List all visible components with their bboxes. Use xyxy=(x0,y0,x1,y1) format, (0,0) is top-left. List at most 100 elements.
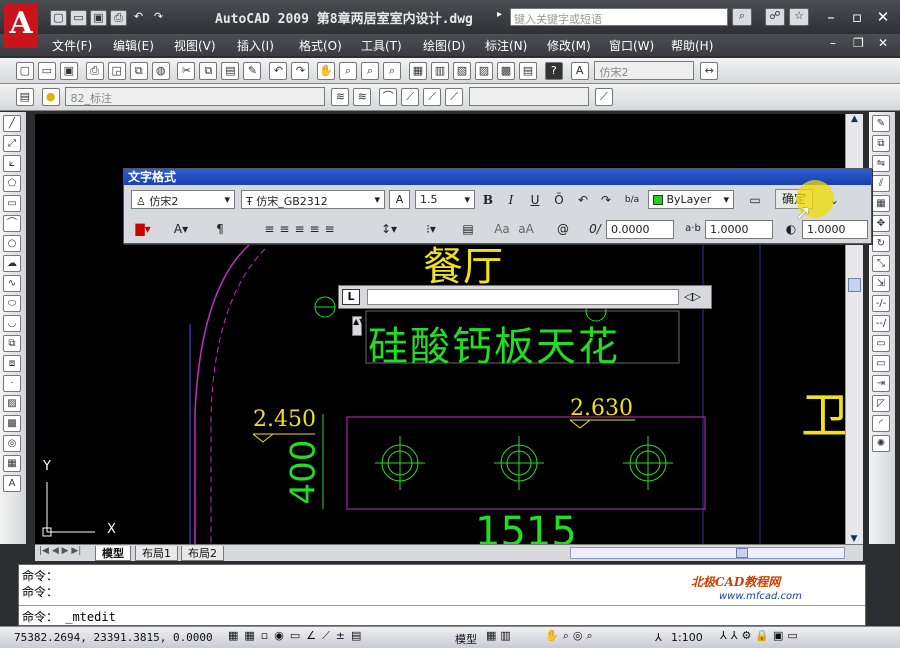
horizontal-scrollbar[interactable] xyxy=(570,547,845,559)
join-icon[interactable]: ⇥ xyxy=(872,375,890,392)
polygon-icon[interactable]: ⬠ xyxy=(3,175,21,192)
menu-tools[interactable]: 工具(T) xyxy=(361,37,402,54)
arc-tool-icon[interactable]: ⌒ xyxy=(379,88,398,106)
xline-icon[interactable]: ⤢ xyxy=(3,135,21,152)
linetype-icon[interactable]: ⟋ xyxy=(594,88,613,106)
scroll-up-icon[interactable]: ▲ xyxy=(846,114,863,128)
ellipse-icon[interactable]: ⬭ xyxy=(3,295,21,312)
dim-style-icon[interactable]: ↔ xyxy=(700,62,719,80)
layer-manager-icon[interactable]: ▤ xyxy=(15,88,34,106)
trim-icon[interactable]: -/- xyxy=(872,295,890,312)
arc-icon[interactable]: ⌒ xyxy=(3,215,21,232)
italic-button[interactable]: I xyxy=(501,190,521,210)
rotate-icon[interactable]: ↻ xyxy=(872,235,890,252)
numbering-icon[interactable]: ⁝▾ xyxy=(416,219,446,239)
search-icon[interactable]: ⌕ xyxy=(732,8,752,26)
text-style-icon[interactable]: A xyxy=(570,62,589,80)
stretch-icon[interactable]: ⇲ xyxy=(872,275,890,292)
menu-help[interactable]: 帮助(H) xyxy=(671,37,713,54)
status-tray-icons[interactable]: ⅄⅄⚙🔒▣▭ xyxy=(720,629,802,642)
zoom-realtime-icon[interactable]: ⌕ xyxy=(339,62,358,80)
new-icon[interactable]: ▢ xyxy=(50,10,67,26)
command-window[interactable]: 命令： 命令： 命令： _mtedit 北极CAD教程网 www.mfcad.c… xyxy=(18,564,866,626)
expand-arrow-icon[interactable]: ▸ xyxy=(497,9,502,20)
uppercase-button[interactable]: Aa xyxy=(491,219,513,239)
help-icon[interactable]: ? xyxy=(544,62,563,80)
annotation-scale-icon[interactable]: ⅄ xyxy=(655,631,662,644)
tracking-input[interactable]: 1.0000 xyxy=(705,220,773,239)
copy-icon[interactable]: ⧉ xyxy=(199,62,218,80)
maximize-button[interactable]: ▫ xyxy=(846,8,868,26)
layout-icons[interactable]: ▦▥ xyxy=(486,629,515,642)
menu-dimension[interactable]: 标注(N) xyxy=(485,37,527,54)
array-icon[interactable]: ▦ xyxy=(872,195,890,212)
qnew-icon[interactable]: ▢ xyxy=(15,62,34,80)
alignment-icons[interactable]: ≡≡≡≡≡ xyxy=(242,219,362,239)
height-handle-icon[interactable]: ▲▼ xyxy=(352,316,365,336)
print-icon[interactable]: ⎙ xyxy=(110,10,127,26)
point-icon[interactable]: · xyxy=(3,375,21,392)
text-formatting-toolbar[interactable]: 文字格式 ♙ 仿宋2 ▾ Ŧ 仿宋_GB2312 ▾ A 1.5 ▾ B I U Ō … xyxy=(123,168,872,244)
mtext-icon[interactable]: A xyxy=(3,475,21,492)
oblique-input[interactable]: 0.0000 xyxy=(606,220,674,239)
3d-dwf-icon[interactable]: ◍ xyxy=(151,62,170,80)
tab-nav-arrows-icon[interactable]: |◀ ◀ ▶ ▶| xyxy=(39,546,81,556)
insert-field-icon[interactable]: ▤ xyxy=(458,219,478,239)
layer-previous-icon[interactable]: ≋ xyxy=(353,88,372,106)
circle-icon[interactable]: ○ xyxy=(3,235,21,252)
doc-restore-button[interactable]: ❐ xyxy=(853,36,864,50)
make-block-icon[interactable]: ⧈ xyxy=(3,355,21,372)
match-icon[interactable]: ✎ xyxy=(243,62,262,80)
param-tool-icon[interactable]: ⟋ xyxy=(445,88,464,106)
break-icon[interactable]: ▭ xyxy=(872,355,890,372)
scroll-thumb[interactable] xyxy=(848,278,861,292)
text-style-combo[interactable]: 仿宋2 xyxy=(594,61,695,80)
copy-obj-icon[interactable]: ⧉ xyxy=(872,135,890,152)
zoom-window-icon[interactable]: ⌕ xyxy=(361,62,380,80)
hscroll-thumb[interactable] xyxy=(736,548,748,558)
color-combo[interactable]: ByLayer ▾ xyxy=(648,190,734,209)
columns-icon[interactable]: ▇▾ xyxy=(130,219,156,239)
gradient-icon[interactable]: ▩ xyxy=(3,415,21,432)
edit-tool-icon[interactable]: ⟋ xyxy=(423,88,442,106)
menu-draw[interactable]: 绘图(D) xyxy=(423,37,466,54)
scale-icon[interactable]: ⤡ xyxy=(872,255,890,272)
stack-button[interactable]: b/a xyxy=(621,190,643,210)
close-button[interactable]: ✕ xyxy=(872,8,894,26)
menu-modify[interactable]: 修改(M) xyxy=(547,37,591,54)
preview-icon[interactable]: ◲ xyxy=(107,62,126,80)
command-prompt[interactable]: 命令： _mtedit xyxy=(19,605,865,627)
polyline-icon[interactable]: ⟀ xyxy=(3,155,21,172)
explode-icon[interactable]: ✺ xyxy=(872,435,890,452)
tab-layout1[interactable]: 布局1 xyxy=(135,546,178,561)
minimize-button[interactable]: – xyxy=(820,8,842,26)
revcloud-icon[interactable]: ☁ xyxy=(3,255,21,272)
ellipse-arc-icon[interactable]: ◡ xyxy=(3,315,21,332)
scroll-down-icon[interactable]: ▼ xyxy=(846,534,862,544)
doc-minimize-button[interactable]: – xyxy=(830,36,836,50)
tracking-icon[interactable]: a·b xyxy=(682,219,704,239)
redo-icon[interactable]: ↷ xyxy=(150,10,167,26)
bold-button[interactable]: B xyxy=(478,190,498,210)
open-file-icon[interactable]: ▭ xyxy=(37,62,56,80)
tab-type-button[interactable]: L xyxy=(342,289,360,305)
redo-tool-icon[interactable]: ↷ xyxy=(291,62,310,80)
menu-format[interactable]: 格式(O) xyxy=(299,37,342,54)
line-spacing-icon[interactable]: ↕▾ xyxy=(374,219,404,239)
chamfer-icon[interactable]: ◸ xyxy=(872,395,890,412)
plot-icon[interactable]: ⎙ xyxy=(85,62,104,80)
table-icon[interactable]: ▦ xyxy=(3,455,21,472)
fillet-icon[interactable]: ◜ xyxy=(872,415,890,432)
design-center-icon[interactable]: ▥ xyxy=(430,62,449,80)
undo-icon[interactable]: ↶ xyxy=(130,10,147,26)
spline-icon[interactable]: ∿ xyxy=(3,275,21,292)
doc-close-button[interactable]: ✕ xyxy=(878,36,888,50)
linetype-combo[interactable] xyxy=(468,87,589,106)
calculator-icon[interactable]: ▤ xyxy=(518,62,537,80)
undo-text-icon[interactable]: ↶ xyxy=(573,190,593,210)
publish-icon[interactable]: ⧉ xyxy=(129,62,148,80)
app-logo[interactable]: A xyxy=(4,4,38,48)
redo-text-icon[interactable]: ↷ xyxy=(596,190,616,210)
line-icon[interactable]: ╱ xyxy=(3,115,21,132)
search-input[interactable]: 键入关键字或短语 xyxy=(510,8,728,26)
